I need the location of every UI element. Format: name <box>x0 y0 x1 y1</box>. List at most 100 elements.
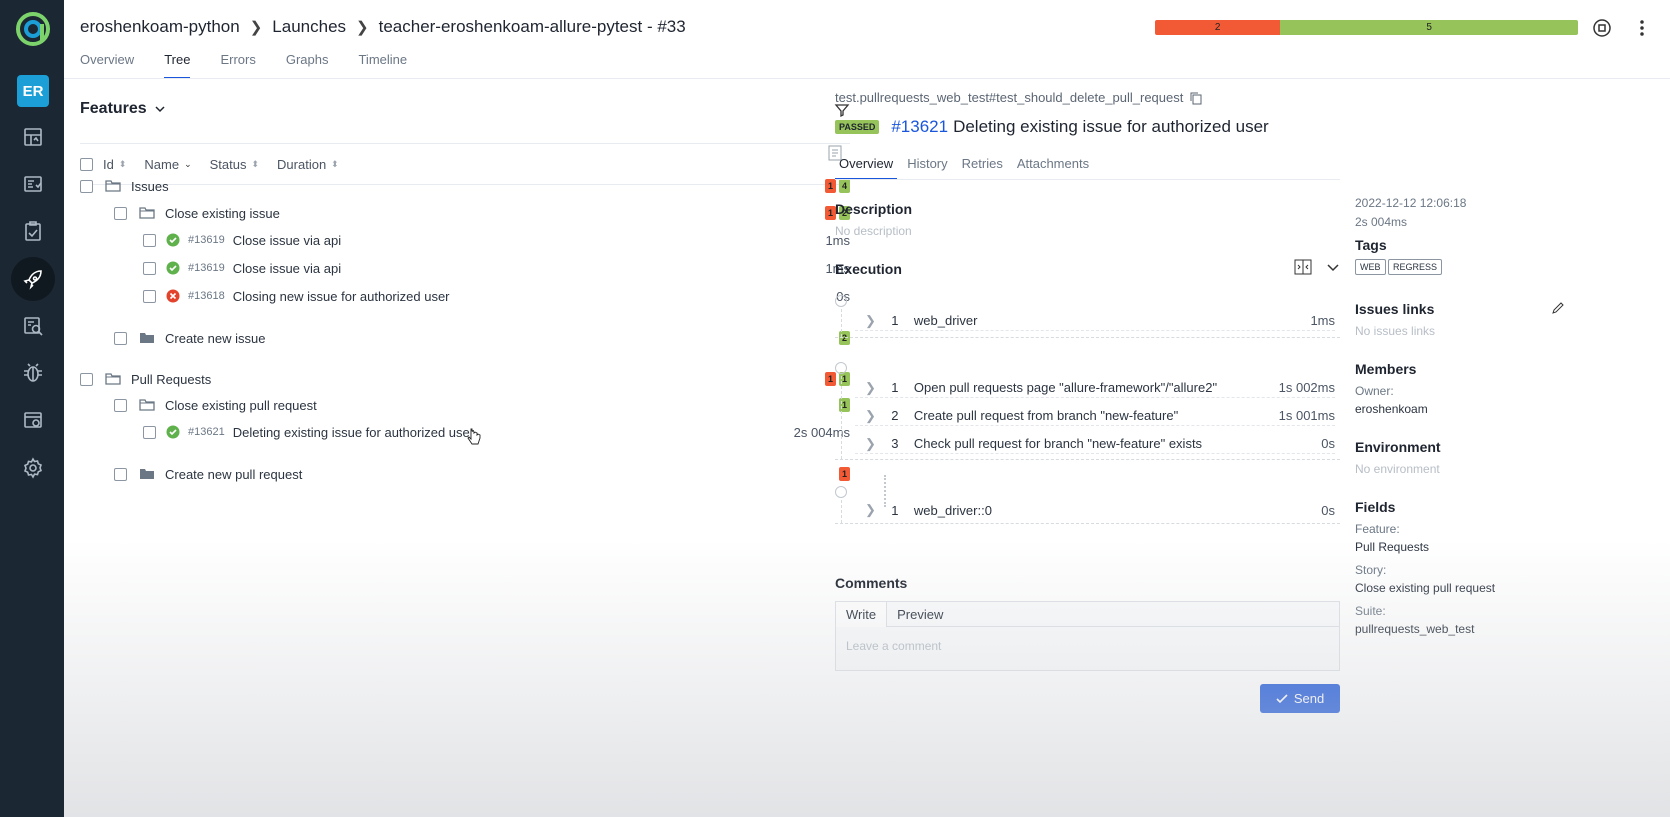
group-name: Create new pull request <box>165 466 303 482</box>
full-name-text: test.pullrequests_web_test#test_should_d… <box>835 90 1184 105</box>
row-checkbox[interactable] <box>80 372 93 386</box>
row-checkbox[interactable] <box>114 206 127 220</box>
breadcrumb-launches[interactable]: Launches <box>272 17 346 37</box>
tree-group-row[interactable]: Issues 14 <box>80 174 850 198</box>
header-divider <box>64 78 1670 79</box>
tree-group-row[interactable]: Create new issue 2 <box>80 326 850 350</box>
more-vertical-icon[interactable] <box>1632 18 1652 38</box>
launch-status-bar[interactable]: 2 5 <box>1155 20 1578 35</box>
step-row[interactable]: ❯ 1 web_driver::0 0s <box>855 500 1335 520</box>
members-heading: Members <box>1355 361 1417 377</box>
test-cases-icon[interactable] <box>11 162 55 206</box>
column-duration[interactable]: Duration ⬍ <box>277 157 339 172</box>
tag-badge[interactable]: WEB <box>1355 259 1386 275</box>
launch-tabs: Overview Tree Errors Graphs Timeline <box>80 52 437 79</box>
tab-attachments[interactable]: Attachments <box>1013 156 1093 180</box>
dashboards-icon[interactable] <box>11 115 55 159</box>
tab-errors[interactable]: Errors <box>220 52 255 79</box>
row-checkbox[interactable] <box>114 331 127 345</box>
defects-icon[interactable] <box>11 351 55 395</box>
row-checkbox[interactable] <box>143 233 156 247</box>
tag-badge[interactable]: REGRESS <box>1388 259 1443 275</box>
test-name: Deleting existing issue for authorized u… <box>232 424 475 440</box>
passed-status-icon <box>166 233 180 247</box>
test-title-row: PASSED #13621 Deleting existing issue fo… <box>835 117 1269 137</box>
tab-timeline[interactable]: Timeline <box>358 52 407 79</box>
tab-overview[interactable]: Overview <box>80 52 134 79</box>
jobs-icon[interactable] <box>11 398 55 442</box>
row-checkbox[interactable] <box>80 179 93 193</box>
comment-tab-write[interactable]: Write <box>836 601 888 627</box>
suite-value: pullrequests_web_test <box>1355 622 1475 636</box>
breadcrumb-project[interactable]: eroshenkoam-python <box>80 17 240 37</box>
step-row[interactable]: ❯ 2 Create pull request from branch "new… <box>855 406 1335 426</box>
column-id[interactable]: Id ⬍ <box>103 157 126 172</box>
row-checkbox[interactable] <box>114 398 127 412</box>
row-checkbox[interactable] <box>114 467 127 481</box>
sort-icon: ⬍ <box>251 159 260 169</box>
test-plans-icon[interactable] <box>11 209 55 253</box>
comment-tab-preview[interactable]: Preview <box>887 607 953 622</box>
chevron-right-icon: ❯ <box>865 407 876 423</box>
tree-test-row[interactable]: #13618 Closing new issue for authorized … <box>80 284 850 308</box>
result-duration: 2s 004ms <box>1355 215 1408 229</box>
group-name: Issues <box>131 178 169 194</box>
comment-input[interactable]: Leave a comment <box>836 627 1339 665</box>
folder-icon <box>140 333 154 343</box>
sidebar: ER <box>0 0 64 817</box>
row-checkbox[interactable] <box>143 289 156 303</box>
tab-retries[interactable]: Retries <box>958 156 1007 180</box>
column-id-label: Id <box>103 157 114 172</box>
copy-icon[interactable] <box>1189 91 1203 105</box>
tab-tree[interactable]: Tree <box>164 52 191 79</box>
tree-grouping-dropdown[interactable]: Features <box>80 100 167 118</box>
comment-editor: Write Preview Leave a comment <box>835 601 1340 671</box>
setup-steps: ❯ 1 web_driver 1ms <box>835 295 1340 338</box>
tree-group-row[interactable]: Create new pull request 1 <box>80 462 850 486</box>
divider <box>835 179 1340 180</box>
tree-test-row[interactable]: #13619 Close issue via api 1ms <box>80 228 850 252</box>
column-status[interactable]: Status ⬍ <box>210 157 259 172</box>
step-row[interactable]: ❯ 3 Check pull request for branch "new-f… <box>855 434 1335 454</box>
allure-logo-icon[interactable] <box>16 12 50 46</box>
avatar[interactable]: ER <box>17 75 49 107</box>
group-name: Pull Requests <box>131 371 212 387</box>
edit-icon[interactable] <box>1551 301 1565 315</box>
tree-group-row[interactable]: Pull Requests 11 <box>80 367 850 391</box>
step-duration: 0s <box>1321 436 1335 451</box>
test-metadata: 2022-12-12 12:06:18 2s 004ms Tags WEB RE… <box>1355 196 1565 636</box>
analytics-icon[interactable] <box>11 304 55 348</box>
teardown-icon <box>835 486 847 498</box>
group-name: Close existing pull request <box>165 397 317 413</box>
step-name: web_driver::0 <box>913 502 992 518</box>
tab-overview[interactable]: Overview <box>835 156 898 180</box>
passed-status-icon <box>166 425 180 439</box>
row-checkbox[interactable] <box>143 425 156 439</box>
launches-icon[interactable] <box>11 257 55 301</box>
step-name: Create pull request from branch "new-fea… <box>913 408 1179 423</box>
step-name: web_driver <box>913 313 978 328</box>
tab-graphs[interactable]: Graphs <box>286 52 329 79</box>
row-checkbox[interactable] <box>143 261 156 275</box>
tree-group-row[interactable]: Close existing pull request 1 <box>80 393 850 417</box>
step-name: Open pull requests page "allure-framewor… <box>913 380 1218 395</box>
settings-icon[interactable] <box>11 446 55 490</box>
step-row[interactable]: ❯ 1 Open pull requests page "allure-fram… <box>855 378 1335 398</box>
test-id-link[interactable]: #13621 <box>891 117 948 137</box>
divider <box>80 143 850 144</box>
column-name[interactable]: Name ⌄ <box>144 157 191 172</box>
tab-history[interactable]: History <box>903 156 951 180</box>
tree-test-row[interactable]: #13619 Close issue via api 1ms <box>80 256 850 280</box>
send-button[interactable]: Send <box>1260 684 1340 713</box>
tree-test-row[interactable]: #13621 Deleting existing issue for autho… <box>80 420 850 444</box>
chevron-down-icon[interactable] <box>1326 260 1340 274</box>
feature-value: Pull Requests <box>1355 540 1430 554</box>
tree-group-row[interactable]: Close existing issue 12 <box>80 201 850 225</box>
expand-steps-icon[interactable] <box>1294 258 1312 276</box>
step-row[interactable]: ❯ 1 web_driver 1ms <box>855 311 1335 331</box>
mouse-cursor-icon <box>467 428 481 445</box>
suite-label: Suite: <box>1355 604 1386 618</box>
select-all-checkbox[interactable] <box>80 158 93 171</box>
description-value: No description <box>835 224 912 238</box>
stop-launch-icon[interactable] <box>1592 18 1612 38</box>
